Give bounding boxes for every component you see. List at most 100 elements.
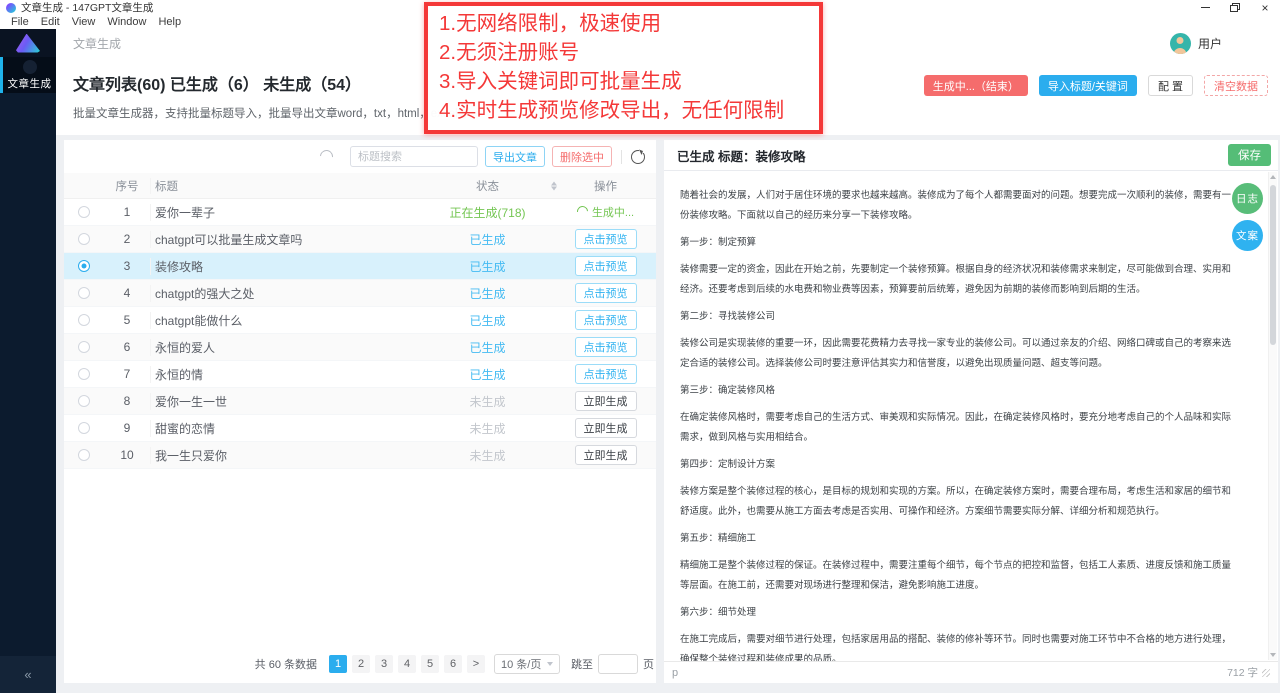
- table-row[interactable]: 7 永恒的情 已生成 点击预览: [64, 361, 656, 388]
- table-row[interactable]: 2 chatgpt可以批量生成文章吗 已生成 点击预览: [64, 226, 656, 253]
- page-button-2[interactable]: 2: [352, 655, 370, 673]
- table-row[interactable]: 5 chatgpt能做什么 已生成 点击预览: [64, 307, 656, 334]
- username: 用户: [1198, 35, 1222, 52]
- config-button[interactable]: 配 置: [1148, 75, 1193, 96]
- preview-header: 已生成 标题：装修攻略 保存: [664, 140, 1278, 171]
- row-radio[interactable]: [78, 449, 90, 461]
- menu-window[interactable]: Window: [101, 16, 152, 28]
- scrollbar[interactable]: [1268, 172, 1277, 660]
- preview-button[interactable]: 点击预览: [575, 283, 637, 303]
- refresh-icon[interactable]: [631, 150, 645, 164]
- close-button[interactable]: ×: [1250, 0, 1280, 15]
- scroll-up-icon[interactable]: [1270, 175, 1276, 179]
- table-row[interactable]: 1 爱你一辈子 正在生成(718) 生成中...: [64, 199, 656, 226]
- page-button-4[interactable]: 4: [398, 655, 416, 673]
- page-button-5[interactable]: 5: [421, 655, 439, 673]
- article-paragraph: 装修需要一定的资金，因此在开始之前，先要制定一个装修预算。根据自身的经济状况和装…: [680, 260, 1234, 300]
- search-input[interactable]: [350, 146, 478, 167]
- page-button-6[interactable]: 6: [444, 655, 462, 673]
- row-radio[interactable]: [78, 206, 90, 218]
- page-subtitle: 批量文章生成器，支持批量标题导入，批量导出文章word，txt，html，exc…: [73, 105, 469, 121]
- row-status: 已生成: [420, 312, 555, 329]
- save-button[interactable]: 保存: [1228, 144, 1271, 166]
- minimize-icon: [1201, 7, 1210, 8]
- import-titles-button[interactable]: 导入标题/关键词: [1039, 75, 1137, 96]
- menu-edit[interactable]: Edit: [35, 16, 66, 28]
- article-paragraph: 在施工完成后，需要对细节进行处理，包括家居用品的搭配、装修的修补等环节。同时也需…: [680, 630, 1234, 661]
- row-title: chatgpt的强大之处: [150, 285, 420, 302]
- page-button-1[interactable]: 1: [329, 655, 347, 673]
- article-heading: 第六步：细节处理: [680, 603, 1234, 623]
- sidebar-item-article-generation[interactable]: 文章生成: [0, 57, 56, 93]
- table-row[interactable]: 9 甜蜜的恋情 未生成 立即生成: [64, 415, 656, 442]
- article-heading: 第三步：确定装修风格: [680, 381, 1234, 401]
- clear-data-button[interactable]: 清空数据: [1204, 75, 1268, 96]
- table-row[interactable]: 10 我一生只爱你 未生成 立即生成: [64, 442, 656, 469]
- article-heading: 第二步：寻找装修公司: [680, 307, 1234, 327]
- jump-page-input[interactable]: [598, 654, 638, 674]
- delete-selected-button[interactable]: 删除选中: [552, 146, 612, 167]
- app-logo: [0, 29, 56, 57]
- next-page-button[interactable]: >: [467, 655, 485, 673]
- preview-button[interactable]: 点击预览: [575, 310, 637, 330]
- menu-file[interactable]: File: [5, 16, 35, 28]
- row-radio[interactable]: [78, 314, 90, 326]
- preview-button[interactable]: 点击预览: [575, 229, 637, 249]
- resize-grip-icon[interactable]: [1262, 669, 1270, 677]
- row-title: 爱你一辈子: [150, 204, 420, 221]
- export-articles-button[interactable]: 导出文章: [485, 146, 545, 167]
- page-button-3[interactable]: 3: [375, 655, 393, 673]
- row-title: 永恒的情: [150, 366, 420, 383]
- row-status: 正在生成(718): [420, 204, 555, 221]
- copy-float-button[interactable]: 文案: [1232, 220, 1263, 251]
- row-radio-checked[interactable]: [78, 260, 90, 272]
- article-paragraph: 精细施工是整个装修过程的保证。在装修过程中，需要注重每个细节，每个节点的把控和监…: [680, 556, 1234, 596]
- row-radio[interactable]: [78, 422, 90, 434]
- word-count: 712 字: [1227, 665, 1258, 680]
- row-radio[interactable]: [78, 287, 90, 299]
- preview-button[interactable]: 点击预览: [575, 337, 637, 357]
- table-row[interactable]: 6 永恒的爱人 已生成 点击预览: [64, 334, 656, 361]
- jump-label: 跳至: [571, 656, 593, 672]
- stop-generating-button[interactable]: 生成中...（结束）: [924, 75, 1028, 96]
- scroll-down-icon[interactable]: [1270, 653, 1276, 657]
- article-generation-icon: [23, 60, 37, 74]
- log-float-button[interactable]: 日志: [1232, 183, 1263, 214]
- table-row[interactable]: 4 chatgpt的强大之处 已生成 点击预览: [64, 280, 656, 307]
- user-menu[interactable]: 用户: [1170, 33, 1222, 54]
- preview-panel: 已生成 标题：装修攻略 保存 随着社会的发展，人们对于居住环境的要求也越来越高。…: [664, 140, 1278, 683]
- promo-line: 4.实时生成预览修改导出，无任何限制: [439, 96, 819, 125]
- chevron-down-icon: [547, 662, 553, 666]
- row-radio[interactable]: [78, 233, 90, 245]
- generate-now-button[interactable]: 立即生成: [575, 445, 637, 465]
- toolbar-divider: [621, 150, 622, 164]
- window-title: 文章生成 - 147GPT文章生成: [21, 0, 153, 15]
- row-title: 我一生只爱你: [150, 447, 420, 464]
- row-radio[interactable]: [78, 395, 90, 407]
- preview-button[interactable]: 点击预览: [575, 364, 637, 384]
- restore-button[interactable]: [1220, 0, 1250, 15]
- sidebar-collapse-button[interactable]: «: [0, 656, 56, 693]
- column-status: 状态: [420, 178, 555, 194]
- scrollbar-thumb[interactable]: [1270, 185, 1276, 345]
- table-row[interactable]: 8 爱你一生一世 未生成 立即生成: [64, 388, 656, 415]
- menu-help[interactable]: Help: [152, 16, 187, 28]
- sidebar-item-label: 文章生成: [8, 76, 52, 91]
- generate-now-button[interactable]: 立即生成: [575, 391, 637, 411]
- row-radio[interactable]: [78, 368, 90, 380]
- preview-button[interactable]: 点击预览: [575, 256, 637, 276]
- menu-view[interactable]: View: [66, 16, 102, 28]
- loading-spinner-icon: [317, 147, 335, 165]
- page-size-select[interactable]: 10 条/页: [494, 654, 560, 674]
- table-row-selected[interactable]: 3 装修攻略 已生成 点击预览: [64, 253, 656, 280]
- row-radio[interactable]: [78, 341, 90, 353]
- article-paragraph: 装修方案是整个装修过程的核心，是目标的规划和实现的方案。所以，在确定装修方案时，…: [680, 482, 1234, 522]
- pagination: 共 60 条数据 1 2 3 4 5 6 > 10 条/页 跳至 页: [255, 654, 654, 674]
- minimize-button[interactable]: [1190, 0, 1220, 15]
- row-status: 已生成: [420, 258, 555, 275]
- table-header: 序号 标题 状态 操作: [64, 173, 656, 199]
- generate-now-button[interactable]: 立即生成: [575, 418, 637, 438]
- promo-line: 3.导入关键词即可批量生成: [439, 67, 819, 96]
- sort-icon[interactable]: [551, 181, 557, 190]
- article-editor[interactable]: 随着社会的发展，人们对于居住环境的要求也越来越高。装修成为了每个人都需要面对的问…: [664, 172, 1278, 661]
